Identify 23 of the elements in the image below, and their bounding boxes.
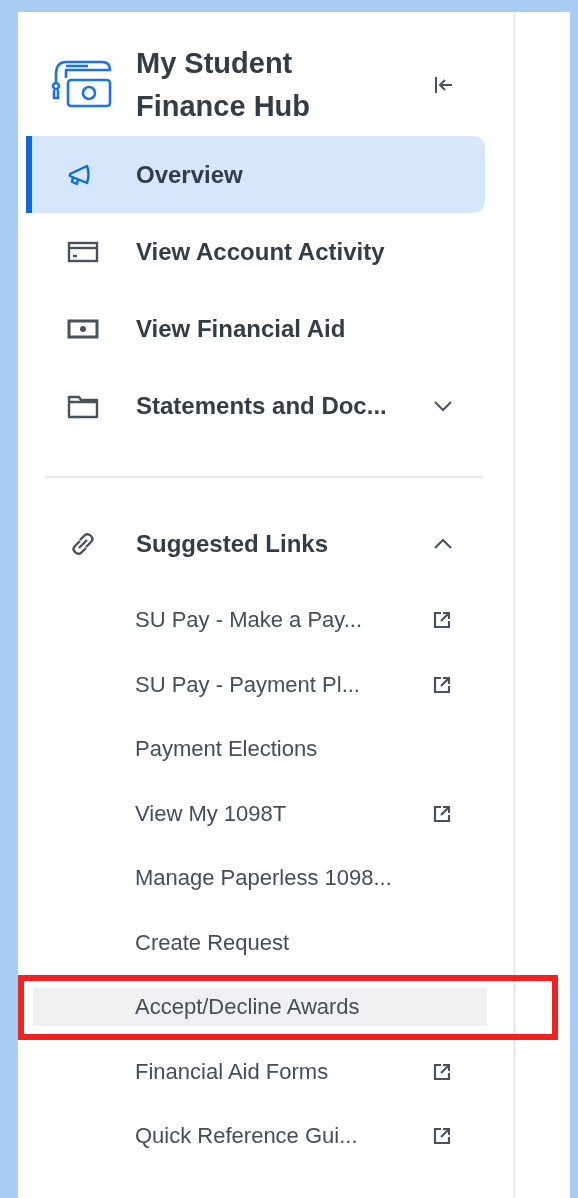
suggested-link[interactable]: View My 1098T bbox=[33, 781, 505, 846]
external-link-icon bbox=[432, 1061, 452, 1082]
suggested-link[interactable]: Create Request bbox=[33, 910, 505, 975]
suggested-link[interactable]: Manage Paperless 1098... bbox=[33, 846, 505, 911]
nav-item[interactable]: View Financial Aid bbox=[26, 290, 485, 367]
app-title: My Student Finance Hub bbox=[136, 46, 311, 124]
external-link-icon bbox=[432, 610, 452, 631]
suggested-link[interactable]: SU Pay - Make a Pay... bbox=[33, 588, 505, 653]
external-link-icon bbox=[432, 803, 452, 824]
section-header[interactable]: Suggested Links bbox=[26, 505, 485, 582]
external-link-icon bbox=[432, 674, 452, 695]
suggested-link[interactable]: Accept/Decline Awards bbox=[33, 988, 487, 1027]
suggested-link[interactable]: Payment Elections bbox=[33, 717, 505, 782]
nav-item[interactable]: Overview bbox=[26, 136, 485, 213]
nav-item[interactable]: Statements and Doc... bbox=[26, 367, 485, 444]
suggested-link[interactable]: SU Pay - Payment Pl... bbox=[33, 652, 505, 717]
external-link-icon bbox=[432, 1126, 452, 1147]
chevron-down-icon bbox=[433, 399, 453, 412]
chevron-up-icon bbox=[433, 537, 453, 550]
suggested-link[interactable]: Quick Reference Gui... bbox=[33, 1104, 505, 1169]
collapse-icon bbox=[433, 74, 455, 96]
suggested-link[interactable]: Financial Aid Forms bbox=[33, 1039, 505, 1104]
nav-item[interactable]: View Account Activity bbox=[26, 213, 485, 290]
